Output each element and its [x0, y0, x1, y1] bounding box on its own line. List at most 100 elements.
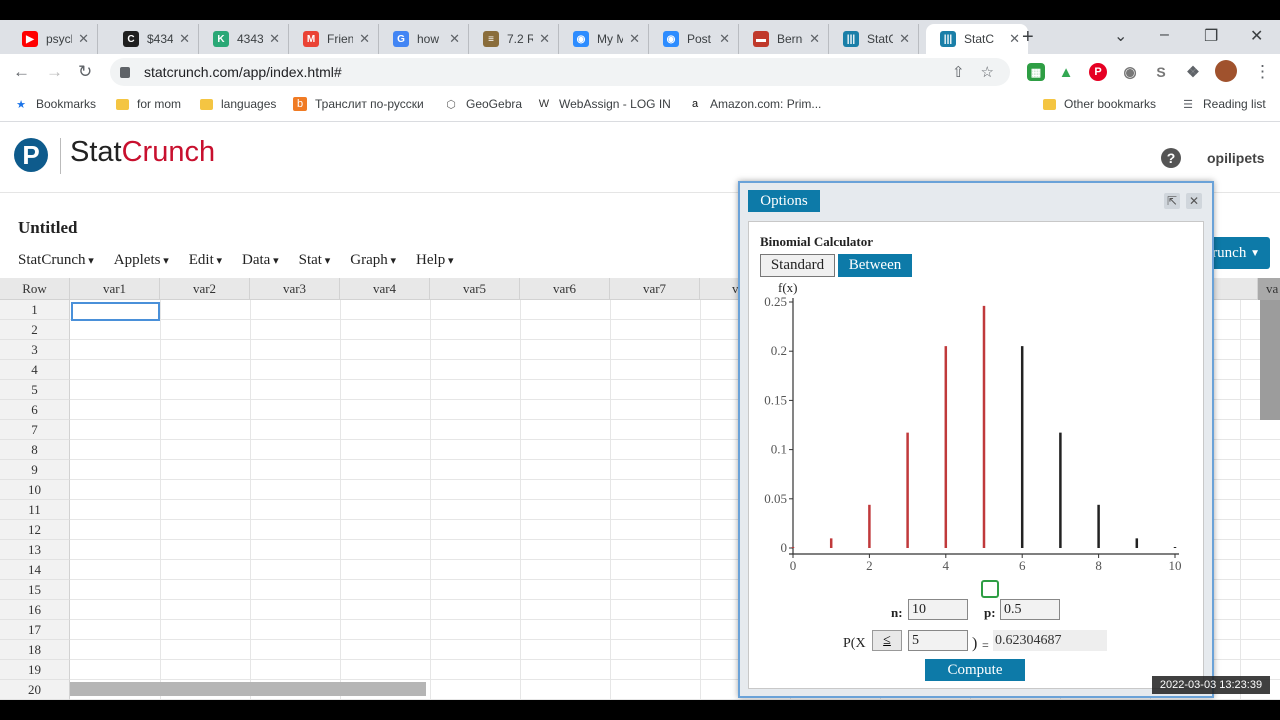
tab-close-icon[interactable]: ✕ [539, 31, 550, 47]
bookmark-item[interactable]: ⬡ GeoGebra [444, 97, 522, 111]
expand-icon[interactable]: ⇱ [1164, 193, 1180, 209]
browser-tab[interactable]: ≡ 7.2 R ✕ [469, 24, 559, 54]
column-header[interactable]: var2 [160, 278, 250, 300]
row-number: 1 [0, 300, 70, 320]
calculator-icon[interactable] [981, 580, 999, 598]
extension-s-icon[interactable]: S [1152, 63, 1170, 81]
timestamp-overlay: 2022-03-03 13:23:39 [1152, 676, 1270, 694]
tab-close-icon[interactable]: ✕ [629, 31, 640, 47]
minimize-icon[interactable]: – [1160, 26, 1169, 44]
column-header[interactable]: var5 [430, 278, 520, 300]
column-header[interactable]: var3 [250, 278, 340, 300]
tab-close-icon[interactable]: ✕ [179, 31, 190, 47]
extension-circle-icon[interactable]: ◉ [1121, 63, 1139, 81]
column-header[interactable]: v [700, 278, 740, 300]
tab-search-icon[interactable]: ⌄ [1114, 26, 1127, 46]
comparator-select[interactable]: ≤ [872, 630, 902, 651]
menu-data[interactable]: Data [242, 252, 279, 269]
tab-close-icon[interactable]: ✕ [269, 31, 280, 47]
bookmark-item[interactable]: a Amazon.com: Prim... [688, 97, 821, 111]
document-title[interactable]: Untitled [18, 218, 78, 238]
tab-close-icon[interactable]: ✕ [359, 31, 370, 47]
browser-tab[interactable]: ||| StatC ✕ [829, 24, 919, 54]
new-tab-icon[interactable]: + [1022, 26, 1034, 49]
tab-strip: ▶ psycl ✕ C $434 ✕ K 4343 ✕ M Frien ✕ Ghow ✕ ≡ 7.2 R ✕ ◉ M… [0, 20, 1280, 54]
share-icon[interactable]: ⇧ [952, 63, 965, 81]
column-header[interactable]: va [1258, 278, 1280, 300]
tab-close-icon[interactable]: ✕ [899, 31, 910, 47]
row-number: 11 [0, 500, 70, 520]
browser-tab[interactable]: ||| StatC ✕ [926, 24, 1028, 54]
column-header[interactable]: var7 [610, 278, 700, 300]
bookmark-item[interactable]: W WebAssign - LOG IN [537, 97, 671, 111]
menu-applets[interactable]: Applets [114, 252, 169, 269]
brand-part-a: Stat [70, 136, 122, 168]
tab-close-icon[interactable]: ✕ [809, 31, 820, 47]
browser-tab[interactable]: ◉ My M ✕ [559, 24, 649, 54]
tab-title: Post [687, 32, 712, 46]
bookmark-item[interactable]: languages [200, 97, 276, 111]
standard-mode-button[interactable]: Standard [760, 254, 835, 277]
row-number: 6 [0, 400, 70, 420]
column-header[interactable]: var4 [340, 278, 430, 300]
menu-statcrunch[interactable]: StatCrunch [18, 252, 94, 269]
bookmark-label: for mom [137, 97, 182, 111]
username[interactable]: opilipets [1207, 150, 1265, 166]
between-mode-button[interactable]: Between [838, 254, 912, 277]
vertical-scrollbar[interactable] [1260, 300, 1280, 420]
browser-tab[interactable]: Ghow ✕ [379, 24, 469, 54]
prob-prefix: P(X [843, 636, 866, 651]
close-icon[interactable]: ✕ [1186, 193, 1202, 209]
other-bookmarks[interactable]: Other bookmarks [1043, 97, 1156, 111]
browser-tab[interactable]: ◉ Post ✕ [649, 24, 739, 54]
menu-edit[interactable]: Edit [189, 252, 222, 269]
help-icon[interactable]: ? [1161, 148, 1181, 168]
profile-avatar[interactable] [1215, 60, 1237, 82]
tab-close-icon[interactable]: ✕ [78, 31, 89, 47]
horizontal-scrollbar[interactable] [70, 682, 426, 696]
back-icon[interactable]: ← [13, 62, 30, 82]
tab-title: how [417, 32, 440, 46]
bookmark-item[interactable]: for mom [116, 97, 181, 111]
browser-tab[interactable]: C $434 ✕ [109, 24, 199, 54]
extensions-puzzle-icon[interactable]: ❖ [1184, 63, 1202, 81]
browser-tab[interactable]: ▬ Berne ✕ [739, 24, 829, 54]
restore-icon[interactable]: ❐ [1204, 26, 1218, 46]
menu-stat[interactable]: Stat [299, 252, 331, 269]
column-header[interactable]: var1 [70, 278, 160, 300]
p-input[interactable]: 0.5 [1000, 599, 1060, 620]
amazon-icon: a [691, 98, 699, 110]
y-tick-label: 0.1 [771, 442, 787, 457]
tab-title: 7.2 R [507, 32, 534, 46]
selected-cell[interactable] [71, 302, 160, 321]
tab-favicon-icon: ≡ [483, 31, 499, 47]
extension-calc-icon[interactable]: ▦ [1027, 63, 1045, 81]
tab-close-icon[interactable]: ✕ [719, 31, 730, 47]
tab-close-icon[interactable]: ✕ [1009, 31, 1020, 47]
tab-close-icon[interactable]: ✕ [449, 31, 460, 47]
reading-list-label: Reading list [1203, 97, 1266, 111]
menu-help[interactable]: Help [416, 252, 453, 269]
bookmark-star-icon[interactable]: ☆ [981, 63, 994, 81]
pinterest-icon[interactable]: P [1089, 63, 1107, 81]
bookmark-item[interactable]: b Транслит по-русски [293, 97, 424, 111]
n-input[interactable]: 10 [908, 599, 968, 620]
reading-list[interactable]: ☰ Reading list [1181, 97, 1266, 111]
reload-icon[interactable]: ↻ [78, 62, 92, 82]
address-bar[interactable]: statcrunch.com/app/index.html# ⇧ ☆ [110, 58, 1010, 86]
browser-menu-icon[interactable]: ⋮ [1254, 62, 1271, 82]
browser-tab[interactable]: K 4343 ✕ [199, 24, 289, 54]
window-close-icon[interactable]: ✕ [1250, 26, 1263, 46]
column-divider [160, 300, 161, 700]
column-header[interactable]: var6 [520, 278, 610, 300]
forward-icon[interactable]: → [46, 62, 63, 82]
options-button[interactable]: Options [748, 190, 820, 212]
compute-button[interactable]: Compute [925, 659, 1025, 681]
drive-icon[interactable]: ▲ [1057, 63, 1075, 81]
menu-graph[interactable]: Graph [350, 252, 396, 269]
browser-tab[interactable]: ▶ psycl ✕ [8, 24, 98, 54]
x-input[interactable]: 5 [908, 630, 968, 651]
bookmark-item[interactable]: ★ Bookmarks [14, 97, 96, 111]
url-text[interactable]: statcrunch.com/app/index.html# [144, 64, 952, 80]
browser-tab[interactable]: M Frien ✕ [289, 24, 379, 54]
